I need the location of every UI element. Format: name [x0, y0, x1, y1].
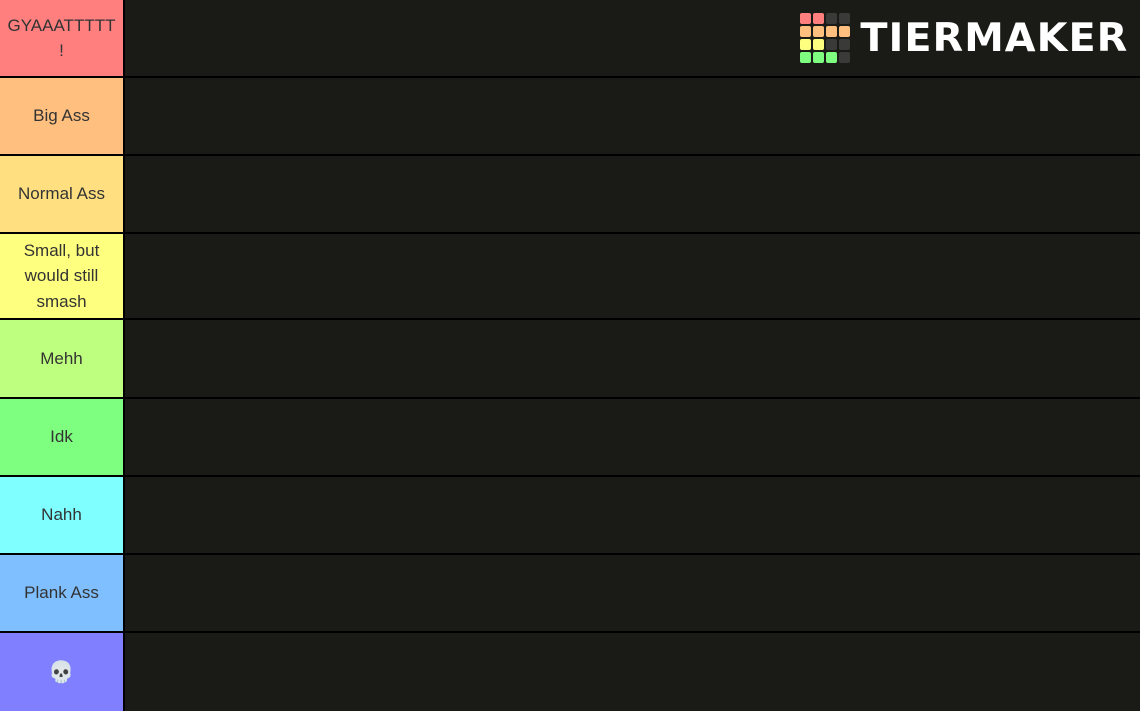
tier-dropzone-3[interactable]	[125, 156, 1140, 232]
logo-grid-cell	[839, 39, 851, 50]
tiermaker-logo: TIERMAKER	[800, 13, 1129, 63]
logo-grid-cell	[800, 26, 812, 37]
tier-dropzone-7[interactable]	[125, 477, 1140, 553]
tier-dropzone-8[interactable]	[125, 555, 1140, 631]
logo-grid-cell	[826, 13, 838, 24]
tier-dropzone-1[interactable]: TIERMAKER	[125, 0, 1140, 76]
tiermaker-wordmark: TIERMAKER	[860, 15, 1129, 61]
logo-grid-cell	[839, 52, 851, 63]
logo-grid-cell	[813, 26, 825, 37]
logo-grid-cell	[813, 13, 825, 24]
tier-row: Big Ass	[0, 78, 1140, 156]
logo-grid-cell	[826, 26, 838, 37]
tier-dropzone-9[interactable]	[125, 633, 1140, 711]
tier-list-board: GYAAATTTTT ! TIERMAKER Big Ass Normal Ass Sm…	[0, 0, 1140, 711]
tier-row: Nahh	[0, 477, 1140, 555]
tier-label-1[interactable]: GYAAATTTTT !	[0, 0, 125, 76]
tier-row: Normal Ass	[0, 156, 1140, 234]
tier-row: GYAAATTTTT ! TIERMAKER	[0, 0, 1140, 78]
logo-grid-cell	[826, 52, 838, 63]
logo-grid-cell	[800, 39, 812, 50]
tier-row: Idk	[0, 399, 1140, 477]
tier-label-7[interactable]: Nahh	[0, 477, 125, 553]
tier-dropzone-2[interactable]	[125, 78, 1140, 154]
tier-dropzone-5[interactable]	[125, 320, 1140, 397]
tier-row: Plank Ass	[0, 555, 1140, 633]
tier-label-6[interactable]: Idk	[0, 399, 125, 475]
tier-row: Mehh	[0, 320, 1140, 399]
tier-dropzone-6[interactable]	[125, 399, 1140, 475]
logo-grid-cell	[813, 39, 825, 50]
tier-label-3[interactable]: Normal Ass	[0, 156, 125, 232]
logo-grid-cell	[826, 39, 838, 50]
tier-label-5[interactable]: Mehh	[0, 320, 125, 397]
tiermaker-logo-grid-icon	[800, 13, 851, 63]
tier-label-9[interactable]: 💀	[0, 633, 125, 711]
logo-grid-cell	[839, 26, 851, 37]
tier-label-4[interactable]: Small, but would still smash	[0, 234, 125, 318]
tier-label-2[interactable]: Big Ass	[0, 78, 125, 154]
logo-grid-cell	[839, 13, 851, 24]
logo-grid-cell	[813, 52, 825, 63]
logo-grid-cell	[800, 13, 812, 24]
tier-label-8[interactable]: Plank Ass	[0, 555, 125, 631]
tier-dropzone-4[interactable]	[125, 234, 1140, 318]
logo-grid-cell	[800, 52, 812, 63]
tier-row: Small, but would still smash	[0, 234, 1140, 320]
tier-row: 💀	[0, 633, 1140, 711]
